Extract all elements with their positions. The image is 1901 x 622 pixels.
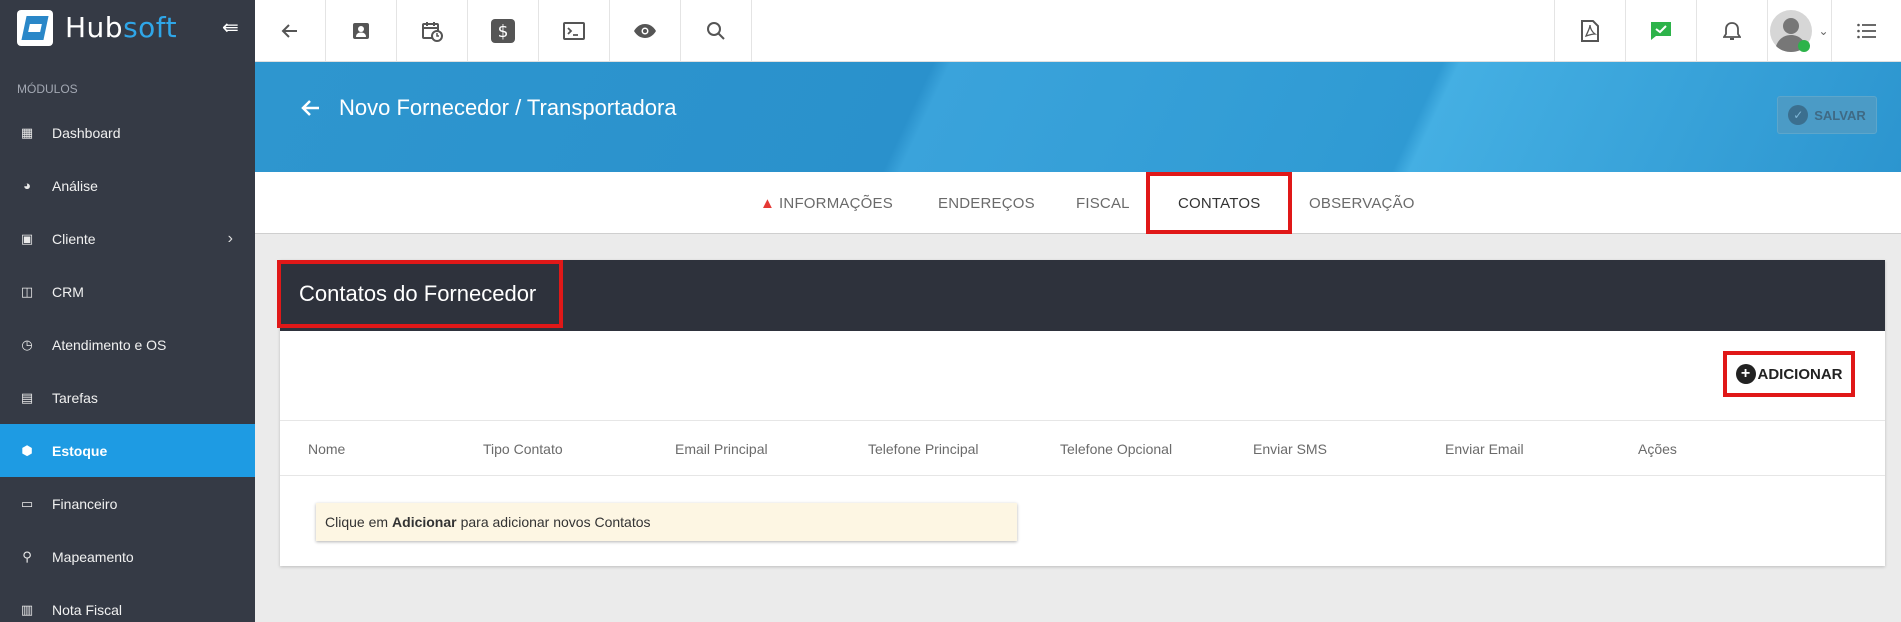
tab-enderecos[interactable]: ENDEREÇOS xyxy=(938,172,1035,234)
sidebar-item-label: Financeiro xyxy=(52,495,118,512)
sidebar-item-label: Análise xyxy=(52,177,98,194)
back-arrow-icon[interactable] xyxy=(300,97,322,126)
pie-chart-icon: ◕ xyxy=(23,178,31,193)
sidebar-nav: ▦ Dashboard ◕ Análise ▣ Cliente › ◫ CRM … xyxy=(0,106,255,622)
map-pin-icon: ⚲ xyxy=(22,548,32,564)
contact-card-icon: ▣ xyxy=(20,230,34,246)
back-arrow-icon[interactable] xyxy=(255,0,326,61)
save-label: SALVAR xyxy=(1814,107,1866,123)
sidebar-item-label: Estoque xyxy=(52,442,108,459)
box-icon: ⬢ xyxy=(21,442,33,458)
receipt-icon: ▥ xyxy=(20,601,34,617)
sidebar-item-financeiro[interactable]: ▭ Financeiro xyxy=(0,477,255,530)
column-header[interactable]: Enviar SMS xyxy=(1253,421,1327,477)
brand-name: Hubsoft xyxy=(65,11,178,44)
grid-icon: ▦ xyxy=(20,124,34,140)
sidebar-item-label: Mapeamento xyxy=(52,548,134,565)
chevron-right-icon: › xyxy=(227,229,233,247)
sidebar-item-cliente[interactable]: ▣ Cliente › xyxy=(0,212,255,265)
column-header[interactable]: Telefone Opcional xyxy=(1060,421,1172,477)
sidebar-item-label: Cliente xyxy=(52,230,96,247)
sidebar: Hubsoft ⇚ MÓDULOS ▦ Dashboard ◕ Análise … xyxy=(0,0,255,622)
column-header[interactable]: Tipo Contato xyxy=(483,421,563,477)
terminal-icon[interactable] xyxy=(539,0,610,61)
tab-label: FISCAL xyxy=(1076,194,1130,212)
money-icon: ▭ xyxy=(20,495,34,511)
topbar: $ ⌄ xyxy=(255,0,1901,62)
eye-icon[interactable] xyxy=(610,0,681,61)
sidebar-item-crm[interactable]: ◫ CRM xyxy=(0,265,255,318)
tab-contatos[interactable]: CONTATOS xyxy=(1146,172,1293,234)
tab-label: OBSERVAÇÃO xyxy=(1309,194,1415,212)
sidebar-item-mapeamento[interactable]: ⚲ Mapeamento xyxy=(0,530,255,583)
chat-check-icon[interactable] xyxy=(1625,0,1696,61)
tabs-bar: ▲ INFORMAÇÕES ENDEREÇOS FISCAL CONTATOS … xyxy=(255,172,1901,234)
column-header: Ações xyxy=(1638,441,1677,457)
kanban-icon: ◫ xyxy=(20,283,34,299)
sidebar-item-label: Tarefas xyxy=(52,389,98,406)
page-title: Novo Fornecedor / Transportadora xyxy=(339,95,677,120)
save-button[interactable]: ✓ SALVAR xyxy=(1777,96,1877,134)
tab-observacao[interactable]: OBSERVAÇÃO xyxy=(1309,172,1415,234)
sidebar-item-analise[interactable]: ◕ Análise xyxy=(0,159,255,212)
table-header: Nome Tipo Contato Email Principal Telefo… xyxy=(280,420,1885,476)
sidebar-item-tarefas[interactable]: ▤ Tarefas xyxy=(0,371,255,424)
card-title: Contatos do Fornecedor xyxy=(277,260,563,328)
chevron-down-icon: ⌄ xyxy=(1818,23,1829,38)
tab-informacoes[interactable]: ▲ INFORMAÇÕES xyxy=(760,172,893,234)
column-header[interactable]: Telefone Principal xyxy=(868,421,979,477)
svg-text:$: $ xyxy=(498,22,509,42)
contacts-card: Contatos do Fornecedor + ADICIONAR Nome … xyxy=(277,260,1885,566)
dollar-icon[interactable]: $ xyxy=(468,0,539,61)
sidebar-item-nota-fiscal[interactable]: ▥ Nota Fiscal xyxy=(0,583,255,622)
collapse-sidebar-icon[interactable]: ⇚ xyxy=(222,15,239,40)
tab-label: CONTATOS xyxy=(1178,194,1261,212)
tab-label: INFORMAÇÕES xyxy=(779,194,893,212)
check-circle-icon: ✓ xyxy=(1788,105,1809,125)
hubsoft-logo-icon xyxy=(17,9,53,46)
logo[interactable]: Hubsoft xyxy=(0,0,255,55)
column-header[interactable]: Enviar Email xyxy=(1445,421,1524,477)
sidebar-item-label: Atendimento e OS xyxy=(52,336,167,353)
column-header[interactable]: Email Principal xyxy=(675,421,768,477)
sidebar-item-label: Dashboard xyxy=(52,124,121,141)
warning-icon: ▲ xyxy=(760,194,776,212)
calendar-clock-icon: ◷ xyxy=(21,336,33,352)
list-icon[interactable] xyxy=(1831,0,1901,61)
tab-label: ENDEREÇOS xyxy=(938,194,1035,212)
add-button[interactable]: + ADICIONAR xyxy=(1723,351,1855,397)
add-label: ADICIONAR xyxy=(1757,365,1843,383)
avatar[interactable]: ⌄ xyxy=(1767,0,1831,61)
briefcase-icon: ▤ xyxy=(20,389,34,405)
calendar-clock-icon[interactable] xyxy=(397,0,468,61)
contact-card-icon[interactable] xyxy=(326,0,397,61)
sidebar-item-label: Nota Fiscal xyxy=(52,601,123,618)
sidebar-item-atendimento[interactable]: ◷ Atendimento e OS xyxy=(0,318,255,371)
empty-state-message: Clique em Adicionar para adicionar novos… xyxy=(316,503,1017,541)
page-header: Novo Fornecedor / Transportadora ✓ SALVA… xyxy=(255,62,1901,172)
pdf-icon[interactable] xyxy=(1554,0,1625,61)
bell-icon[interactable] xyxy=(1696,0,1767,61)
plus-circle-icon: + xyxy=(1735,364,1756,384)
sidebar-item-estoque[interactable]: ⬢ Estoque xyxy=(0,424,255,477)
sidebar-item-dashboard[interactable]: ▦ Dashboard xyxy=(0,106,255,159)
search-icon[interactable] xyxy=(681,0,752,61)
card-header: Contatos do Fornecedor xyxy=(277,260,1885,331)
column-header[interactable]: Nome xyxy=(308,421,345,477)
sidebar-item-label: CRM xyxy=(52,283,84,300)
tab-fiscal[interactable]: FISCAL xyxy=(1076,172,1130,234)
